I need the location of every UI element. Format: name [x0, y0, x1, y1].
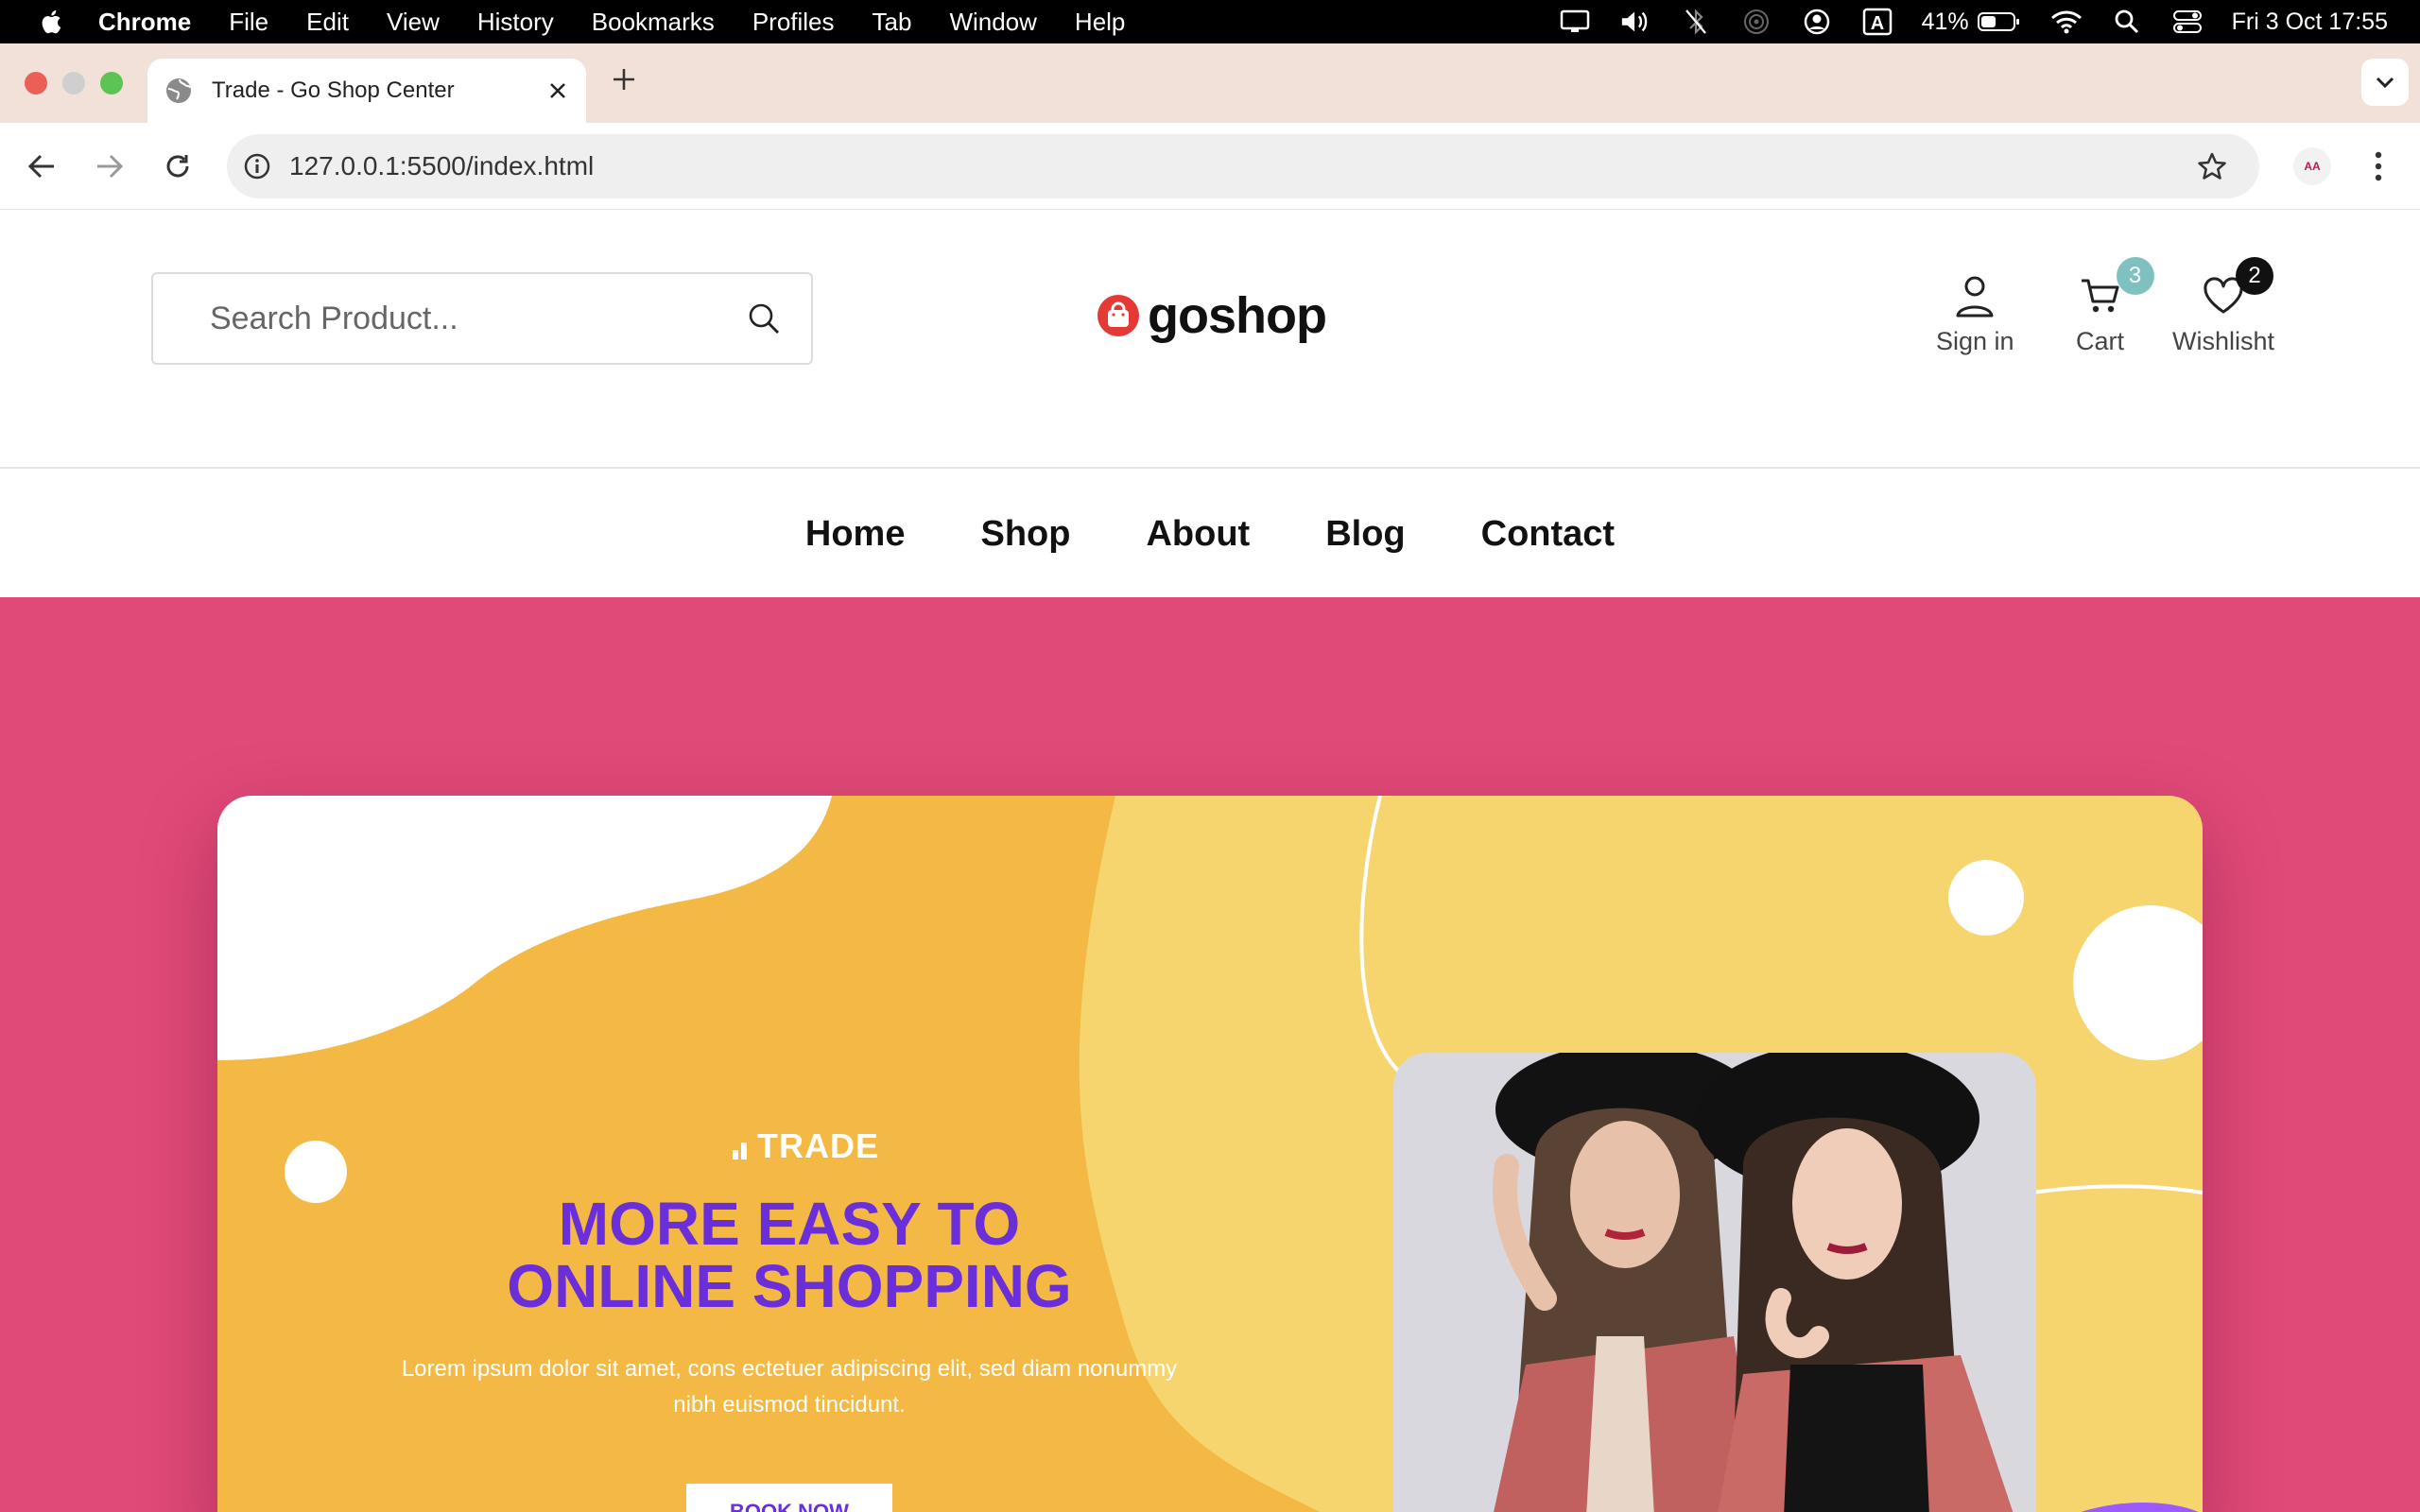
- nav-blog[interactable]: Blog: [1325, 514, 1405, 555]
- input-source-icon[interactable]: A: [1861, 8, 1893, 36]
- menu-help[interactable]: Help: [1075, 8, 1125, 37]
- window-zoom-button[interactable]: [100, 72, 123, 94]
- tab-search-chevron-icon[interactable]: [2361, 59, 2409, 106]
- logo-text: goshop: [1148, 287, 1327, 344]
- search-box: [151, 272, 813, 365]
- site-header: goshop Sign in 3 Cart 2 Wishlisht: [0, 210, 2420, 469]
- volume-icon[interactable]: [1619, 8, 1651, 36]
- wishlist-label: Wishlisht: [2172, 327, 2275, 355]
- menubar-clock[interactable]: Fri 3 Oct 17:55: [2232, 9, 2388, 36]
- cart-count-badge: 3: [2116, 257, 2154, 295]
- main-navigation: Home Shop About Blog Contact: [0, 471, 2420, 597]
- hero-subtext: Lorem ipsum dolor sit amet, cons ectetue…: [401, 1356, 1178, 1418]
- hero-models-photo: [1393, 1053, 2036, 1512]
- heart-icon: 2: [2200, 257, 2273, 319]
- cart-label: Cart: [2076, 327, 2125, 355]
- sign-in-link[interactable]: Sign in: [1936, 272, 2014, 356]
- menu-app-chrome[interactable]: Chrome: [98, 8, 191, 37]
- battery-percent: 41%: [1921, 8, 1969, 35]
- book-now-button[interactable]: BOOK NOW: [686, 1484, 892, 1512]
- nav-home[interactable]: Home: [805, 514, 906, 555]
- menu-bookmarks[interactable]: Bookmarks: [592, 8, 715, 37]
- reload-icon[interactable]: [157, 146, 199, 187]
- back-arrow-icon[interactable]: [21, 146, 62, 187]
- bluetooth-off-icon[interactable]: [1680, 8, 1712, 36]
- cart-icon: 3: [2077, 257, 2154, 319]
- globe-icon: [164, 77, 193, 105]
- battery-icon[interactable]: [1977, 8, 2022, 36]
- browser-tab-active[interactable]: Trade - Go Shop Center: [147, 59, 586, 123]
- browser-tab-strip: Trade - Go Shop Center: [0, 43, 2420, 123]
- status-area: A 41% Fri 3 Oct 17:55: [1559, 0, 2388, 43]
- spotlight-search-icon[interactable]: [2111, 8, 2143, 36]
- nav-contact[interactable]: Contact: [1481, 514, 1615, 555]
- forward-arrow-icon[interactable]: [89, 146, 130, 187]
- nav-about[interactable]: About: [1146, 514, 1250, 555]
- extension-avatar[interactable]: AA: [2293, 147, 2331, 185]
- hero-headline: MORE EASY TO ONLINE SHOPPING: [359, 1193, 1219, 1317]
- user-icon: [1951, 272, 1998, 319]
- address-bar[interactable]: 127.0.0.1:5500/index.html: [227, 134, 2259, 198]
- web-page: goshop Sign in 3 Cart 2 Wishlisht Home S…: [0, 210, 2420, 1512]
- menu-profiles[interactable]: Profiles: [752, 8, 835, 37]
- trade-brand-logo: TRADE: [733, 1126, 879, 1166]
- url-text[interactable]: 127.0.0.1:5500/index.html: [289, 151, 2191, 181]
- menu-tab[interactable]: Tab: [873, 8, 912, 37]
- site-info-icon[interactable]: [238, 147, 276, 185]
- apple-icon[interactable]: [38, 8, 66, 36]
- user-account-icon[interactable]: [1801, 8, 1833, 36]
- browser-toolbar: 127.0.0.1:5500/index.html AA: [0, 123, 2420, 210]
- menu-edit[interactable]: Edit: [306, 8, 349, 37]
- search-input[interactable]: [153, 274, 745, 363]
- sign-in-label: Sign in: [1936, 327, 2014, 355]
- wishlist-count-badge: 2: [2236, 257, 2273, 295]
- window-close-button[interactable]: [25, 72, 47, 94]
- svg-text:A: A: [1870, 13, 1883, 34]
- display-icon[interactable]: [1559, 8, 1591, 36]
- hero-headline-line1: MORE EASY TO: [558, 1190, 1021, 1258]
- new-tab-button[interactable]: [605, 60, 643, 98]
- hero-banner-card: TRADE MORE EASY TO ONLINE SHOPPING Lorem…: [217, 796, 2203, 1512]
- menu-file[interactable]: File: [229, 8, 268, 37]
- tab-close-icon[interactable]: [539, 72, 577, 110]
- bookmark-star-icon[interactable]: [2191, 146, 2233, 187]
- control-center-icon[interactable]: [2171, 8, 2204, 36]
- wishlist-link[interactable]: 2 Wishlisht: [2172, 257, 2275, 356]
- more-menu-icon[interactable]: [2360, 146, 2397, 187]
- menu-view[interactable]: View: [387, 8, 440, 37]
- hero-headline-line2: ONLINE SHOPPING: [507, 1252, 1072, 1320]
- trade-brand-text: TRADE: [757, 1126, 879, 1165]
- tab-title: Trade - Go Shop Center: [212, 77, 455, 103]
- hero-section: TRADE MORE EASY TO ONLINE SHOPPING Lorem…: [0, 597, 2420, 1512]
- wifi-icon[interactable]: [2050, 8, 2083, 36]
- airdrop-icon[interactable]: [1740, 8, 1772, 36]
- shopping-bag-logo-icon: [1097, 294, 1140, 337]
- cart-link[interactable]: 3 Cart: [2076, 257, 2154, 356]
- site-logo[interactable]: goshop: [1097, 287, 1327, 344]
- window-minimize-button[interactable]: [62, 72, 85, 94]
- macos-menu-bar: Chrome File Edit View History Bookmarks …: [0, 0, 2420, 43]
- menu-window[interactable]: Window: [949, 8, 1036, 37]
- search-icon[interactable]: [745, 300, 783, 337]
- menu-history[interactable]: History: [477, 8, 554, 37]
- nav-shop[interactable]: Shop: [980, 514, 1070, 555]
